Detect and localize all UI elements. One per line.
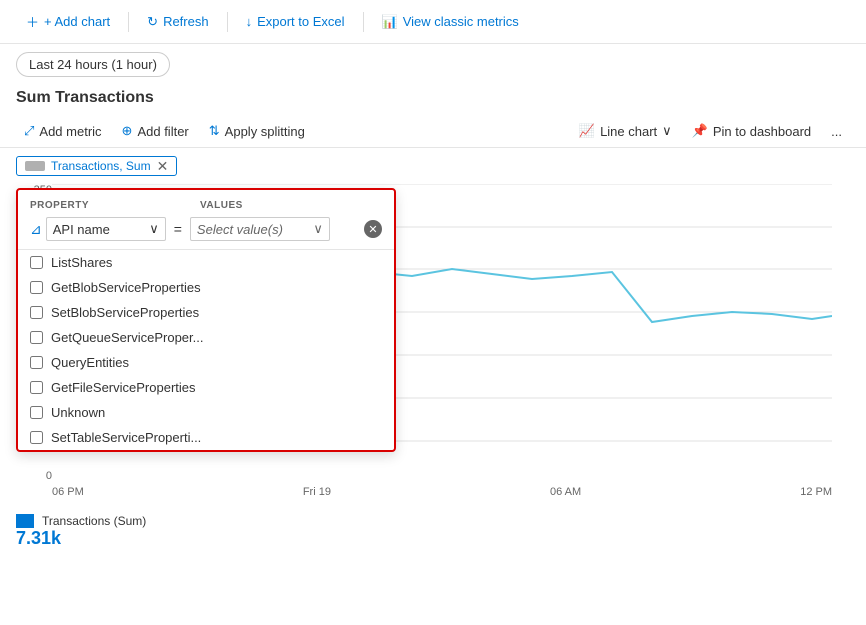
top-toolbar: ＋ + Add chart ↻ Refresh ↓ Export to Exce… — [0, 0, 866, 44]
property-col-label: PROPERTY — [30, 200, 89, 211]
divider-1 — [128, 12, 129, 32]
x-axis-label: 06 PM — [52, 486, 84, 498]
filter-dropdown-headers: PROPERTY VALUES — [18, 190, 394, 213]
dropdown-item-label: Unknown — [51, 405, 105, 420]
tag-text: Transactions, Sum — [51, 159, 151, 173]
time-range-label: Last 24 hours (1 hour) — [29, 57, 157, 72]
refresh-button[interactable]: ↻ Refresh — [137, 10, 218, 34]
legend-bar — [16, 514, 34, 528]
dropdown-item-label: GetBlobServiceProperties — [51, 280, 201, 295]
dropdown-item[interactable]: SetBlobServiceProperties — [18, 300, 394, 325]
view-classic-button[interactable]: 📊 View classic metrics — [372, 10, 529, 34]
refresh-label: Refresh — [163, 14, 209, 29]
x-axis: 06 PM Fri 19 06 AM 12 PM — [52, 486, 832, 498]
pin-to-dashboard-button[interactable]: 📌 Pin to dashboard — [684, 119, 819, 143]
dropdown-item[interactable]: Unknown — [18, 400, 394, 425]
line-chart-button[interactable]: 📈 Line chart ∨ — [571, 119, 680, 143]
apply-splitting-button[interactable]: ⇅ Apply splitting — [201, 119, 313, 143]
line-chart-icon: 📈 — [579, 123, 595, 139]
dropdown-item-checkbox[interactable] — [30, 356, 43, 369]
chart-toolbar-right: 📈 Line chart ∨ 📌 Pin to dashboard ... — [571, 119, 850, 143]
property-value: API name — [53, 222, 110, 237]
divider-2 — [227, 12, 228, 32]
add-metric-icon: ⤢ — [24, 123, 34, 139]
add-chart-icon: ＋ — [26, 12, 39, 31]
dropdown-list-container: ListShares GetBlobServiceProperties SetBlo… — [18, 249, 394, 450]
add-chart-label: + Add chart — [44, 14, 110, 29]
dropdown-item-checkbox[interactable] — [30, 381, 43, 394]
dropdown-item-checkbox[interactable] — [30, 331, 43, 344]
add-metric-button[interactable]: ⤢ Add metric — [16, 119, 110, 143]
more-button[interactable]: ... — [823, 120, 850, 143]
add-chart-button[interactable]: ＋ + Add chart — [16, 8, 120, 35]
values-select[interactable]: Select value(s) ∨ — [190, 217, 330, 241]
dropdown-item-checkbox[interactable] — [30, 256, 43, 269]
legend-label: Transactions (Sum) — [42, 514, 146, 528]
dropdown-item[interactable]: ListShares — [18, 250, 394, 275]
dropdown-item-label: GetFileServiceProperties — [51, 380, 196, 395]
values-chevron-icon: ∨ — [313, 221, 323, 237]
values-col-label: VALUES — [200, 200, 243, 211]
add-filter-label: Add filter — [137, 124, 188, 139]
dropdown-item-checkbox[interactable] — [30, 281, 43, 294]
chart-area: Transactions, Sum ✕ PROPERTY VALUES ⊿ AP… — [0, 148, 866, 506]
dropdown-item-label: ListShares — [51, 255, 112, 270]
dropdown-item-checkbox[interactable] — [30, 406, 43, 419]
time-range-button[interactable]: Last 24 hours (1 hour) — [16, 52, 170, 77]
dropdown-item[interactable]: QueryEntities — [18, 350, 394, 375]
chart-toolbar: ⤢ Add metric ⊕ Add filter ⇅ Apply splitt… — [0, 115, 866, 148]
tag-color-swatch — [25, 161, 45, 171]
filter-tag-row: Transactions, Sum ✕ — [16, 156, 850, 176]
export-button[interactable]: ↓ Export to Excel — [236, 10, 355, 33]
splitting-icon: ⇅ — [209, 123, 220, 139]
apply-splitting-label: Apply splitting — [225, 124, 305, 139]
chart-icon: 📊 — [382, 14, 398, 30]
legend-area: Transactions (Sum) — [0, 506, 866, 528]
refresh-icon: ↻ — [147, 14, 158, 30]
filter-dropdown: PROPERTY VALUES ⊿ API name ∨ = Select va… — [16, 188, 396, 452]
equals-sign: = — [174, 221, 182, 237]
dropdown-item-checkbox[interactable] — [30, 306, 43, 319]
dropdown-item-checkbox[interactable] — [30, 431, 43, 444]
filter-funnel-icon: ⊿ — [30, 221, 42, 238]
time-range-area: Last 24 hours (1 hour) — [0, 44, 866, 85]
filter-tag: Transactions, Sum ✕ — [16, 156, 177, 176]
dropdown-list: ListShares GetBlobServiceProperties SetBlo… — [18, 250, 394, 450]
tag-close-button[interactable]: ✕ — [157, 159, 169, 173]
dropdown-item-label: SetTableServiceProperti... — [51, 430, 201, 445]
chart-toolbar-left: ⤢ Add metric ⊕ Add filter ⇅ Apply splitt… — [16, 119, 313, 143]
dropdown-item[interactable]: GetFileServiceProperties — [18, 375, 394, 400]
property-select[interactable]: API name ∨ — [46, 217, 166, 241]
add-filter-icon: ⊕ — [122, 123, 133, 139]
chart-title: Sum Transactions — [0, 85, 866, 115]
dropdown-item-label: QueryEntities — [51, 355, 129, 370]
export-label: Export to Excel — [257, 14, 344, 29]
x-axis-label: Fri 19 — [303, 486, 331, 498]
chevron-down-icon: ∨ — [662, 123, 672, 139]
view-classic-label: View classic metrics — [403, 14, 519, 29]
dropdown-item-label: SetBlobServiceProperties — [51, 305, 199, 320]
property-chevron-icon: ∨ — [149, 221, 159, 237]
x-axis-label: 06 AM — [550, 486, 581, 498]
dropdown-item[interactable]: GetQueueServiceProper... — [18, 325, 394, 350]
filter-close-button[interactable]: ✕ — [364, 220, 382, 238]
legend-value: 7.31k — [16, 528, 61, 548]
pin-icon: 📌 — [692, 123, 708, 139]
filter-select-row: ⊿ API name ∨ = Select value(s) ∨ ✕ — [18, 213, 394, 249]
dropdown-item-label: GetQueueServiceProper... — [51, 330, 203, 345]
line-chart-label: Line chart — [600, 124, 657, 139]
more-label: ... — [831, 124, 842, 139]
dropdown-item[interactable]: SetTableServiceProperti... — [18, 425, 394, 450]
x-axis-label: 12 PM — [800, 486, 832, 498]
add-metric-label: Add metric — [39, 124, 101, 139]
add-filter-button[interactable]: ⊕ Add filter — [114, 119, 197, 143]
dropdown-item[interactable]: GetBlobServiceProperties — [18, 275, 394, 300]
values-placeholder: Select value(s) — [197, 222, 283, 237]
divider-3 — [363, 12, 364, 32]
y-axis-label: 0 — [16, 470, 52, 482]
legend-value-row: 7.31k — [0, 528, 866, 549]
pin-label: Pin to dashboard — [713, 124, 811, 139]
export-icon: ↓ — [246, 14, 253, 29]
